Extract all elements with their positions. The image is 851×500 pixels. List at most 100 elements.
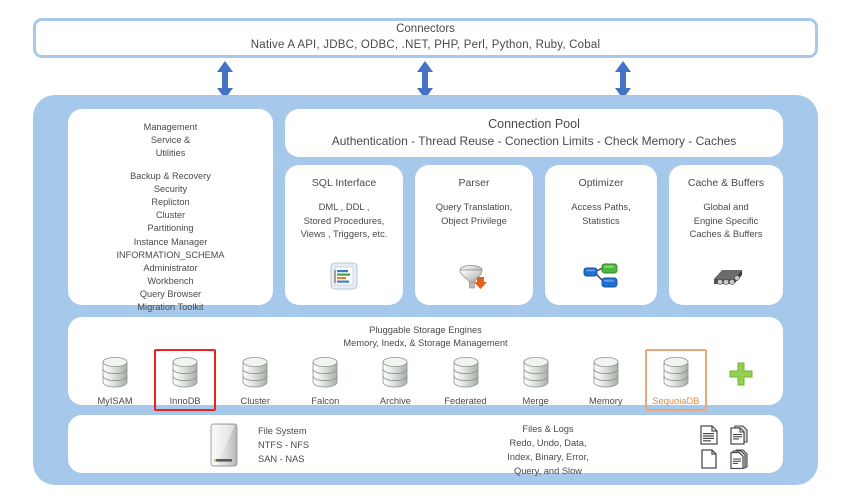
connection-pool-panel: Connection Pool Authentication - Thread … xyxy=(285,109,783,157)
management-item: Workbench xyxy=(147,275,194,286)
storage-engine-label: Cluster xyxy=(240,396,270,406)
files-logs-line-2: Index, Binary, Error, xyxy=(507,451,589,462)
storage-engine-label: InnoDB xyxy=(169,396,201,406)
database-cylinder-icon xyxy=(380,355,410,394)
file-copy-icon xyxy=(730,425,754,445)
optimizer-title: Optimizer xyxy=(578,177,624,189)
memory-chip-icon xyxy=(669,265,783,291)
feature-body-line: Engine Specific xyxy=(693,214,759,226)
database-cylinder-icon xyxy=(170,355,200,394)
storage-engine-cluster[interactable]: Cluster xyxy=(224,349,286,411)
plus-icon[interactable] xyxy=(715,349,767,387)
database-cylinder-icon xyxy=(451,355,481,394)
storage-engine-falcon[interactable]: Falcon xyxy=(294,349,356,411)
parser-body: Query Translation, Object Privilege xyxy=(436,200,513,227)
sql-interface-body: DML , DDL , Stored Procedures, Views , Tri… xyxy=(301,200,388,241)
feature-body-line: Object Privilege xyxy=(441,214,507,226)
management-item: Cluster xyxy=(155,210,186,221)
cache-buffers-box: Cache & Buffers Global and Engine Specifi… xyxy=(669,165,783,305)
storage-engine-label: Merge xyxy=(522,396,549,406)
storage-engine-innodb[interactable]: InnoDB xyxy=(154,349,217,411)
management-item: INFORMATION_SCHEMA xyxy=(116,249,225,260)
files-logs-title: Files & Logs xyxy=(522,424,574,434)
connectors-title: Connectors xyxy=(396,23,455,36)
storage-engine-label: Memory xyxy=(588,396,623,406)
parser-box: Parser Query Translation, Object Privileg… xyxy=(415,165,533,305)
sql-interface-box: SQL Interface DML , DDL , Stored Procedur… xyxy=(285,165,403,305)
feature-body-line: Stored Procedures, xyxy=(303,214,385,226)
management-item: Replicton xyxy=(151,197,190,208)
file-stack-icon xyxy=(730,449,754,470)
fs-line-2: NTFS - NFS xyxy=(258,439,310,450)
storage-engine-sequoiadb[interactable]: SequoiaDB xyxy=(644,349,707,411)
filesystem-text: File System NTFS - NFS SAN - NAS xyxy=(258,425,309,467)
feature-body-line: Caches & Buffers xyxy=(689,228,763,240)
filesystem-panel: File System NTFS - NFS SAN - NAS Files &… xyxy=(68,415,783,476)
double-arrow-vertical-icon xyxy=(612,60,634,100)
database-cylinder-icon xyxy=(521,355,551,394)
management-services-panel: Management Service & Utilities Backup & … xyxy=(68,109,273,312)
database-cylinder-icon xyxy=(100,355,130,394)
feature-body-line: Query Translation, xyxy=(435,201,513,212)
management-item: Query Browser xyxy=(139,288,202,299)
double-arrow-vertical-icon xyxy=(214,60,236,100)
sql-interface-title: SQL Interface xyxy=(311,177,377,189)
management-item: Migration Toolkit xyxy=(137,301,204,312)
storage-engines-panel: Pluggable Storage Engines Memory, Inedx,… xyxy=(68,317,783,411)
feature-body-line: Access Paths, xyxy=(571,201,631,212)
storage-engine-archive[interactable]: Archive xyxy=(364,349,426,411)
file-lines-icon xyxy=(700,425,724,445)
storage-engine-label: Falcon xyxy=(311,396,340,406)
storage-engine-merge[interactable]: Merge xyxy=(505,349,567,411)
files-logs-line-3: Query, and Slow xyxy=(513,465,583,476)
storage-engines-title: Pluggable Storage Engines xyxy=(369,325,482,335)
management-title-line1: Management xyxy=(143,122,198,132)
connectors-list: Native A API, JDBC, ODBC, .NET, PHP, Per… xyxy=(250,39,601,51)
parser-title: Parser xyxy=(458,177,490,189)
cache-buffers-body: Global and Engine Specific Caches & Buffer… xyxy=(690,200,763,241)
optimizer-box: Optimizer Access Paths, Statistics xyxy=(545,165,657,305)
storage-engines-heading: Pluggable Storage Engines Memory, Inedx,… xyxy=(343,324,507,350)
fs-line-3: SAN - NAS xyxy=(258,453,305,464)
management-item: Security xyxy=(153,184,188,195)
optimizer-body: Access Paths, Statistics xyxy=(571,200,630,227)
connection-pool-title: Connection Pool xyxy=(488,116,580,131)
management-item: Partitioning xyxy=(147,223,194,234)
log-file-icons xyxy=(700,425,754,470)
database-cylinder-icon xyxy=(661,355,691,394)
database-cylinder-icon xyxy=(240,355,270,394)
connection-pool-subtitle: Authentication - Thread Reuse - Conectio… xyxy=(331,134,737,149)
storage-engine-label: SequoiaDB xyxy=(652,396,700,406)
double-arrow-vertical-icon xyxy=(414,60,436,100)
feature-body-line: DML , DDL , xyxy=(318,201,370,212)
hard-drive-icon xyxy=(208,423,242,472)
cache-buffers-title: Cache & Buffers xyxy=(687,177,765,189)
feature-body-line: Global and xyxy=(703,201,749,212)
fs-line-1: File System xyxy=(258,426,307,436)
storage-engine-myisam[interactable]: MyISAM xyxy=(84,349,146,411)
database-cylinder-icon xyxy=(591,355,621,394)
mysql-server-container: Management Service & Utilities Backup & … xyxy=(33,95,818,485)
feature-body-line: Views , Triggers, etc. xyxy=(300,228,388,240)
files-logs-text: Files & Logs Redo, Undo, Data, Index, Bi… xyxy=(398,423,698,479)
management-item: Backup & Recovery xyxy=(130,171,211,182)
storage-engine-label: Federated xyxy=(444,396,487,406)
management-item: Instance Manager xyxy=(133,236,208,247)
management-title-line3: Utilities xyxy=(155,148,186,159)
sql-document-icon xyxy=(285,261,403,291)
file-blank-icon xyxy=(700,449,724,469)
connectors-bar: Connectors Native A API, JDBC, ODBC, .NE… xyxy=(33,18,818,58)
management-title-line2: Service & xyxy=(150,135,191,146)
storage-engine-federated[interactable]: Federated xyxy=(435,349,497,411)
storage-engine-memory[interactable]: Memory xyxy=(575,349,637,411)
database-cylinder-icon xyxy=(310,355,340,394)
files-logs-line-1: Redo, Undo, Data, xyxy=(509,437,587,448)
node-graph-icon xyxy=(545,263,657,291)
storage-engine-row: MyISAM InnoDB Cluster Falcon Archive Fed… xyxy=(78,349,773,411)
storage-engine-label: Archive xyxy=(379,396,411,406)
storage-engine-label: MyISAM xyxy=(97,396,133,406)
funnel-icon xyxy=(415,263,533,291)
management-item: Administrator xyxy=(143,262,198,273)
feature-body-line: Statistics xyxy=(582,214,620,226)
management-item-list: Backup & Recovery Security Replicton Cluste… xyxy=(116,170,224,314)
